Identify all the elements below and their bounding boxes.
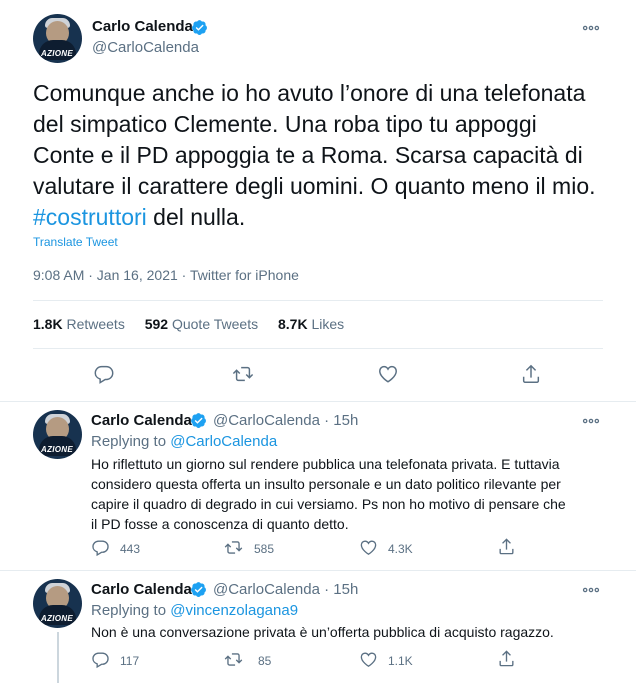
mention-link[interactable]: @CarloCalenda — [170, 433, 277, 450]
tweet-text-tail: del nulla. — [146, 204, 246, 230]
reply-count: 117 — [120, 654, 140, 668]
like-count: 1.1K — [388, 654, 413, 668]
like-count: 4.3K — [388, 542, 413, 556]
hashtag-link[interactable]: #costruttori — [33, 204, 147, 230]
tweet-meta[interactable]: 9:08 AM · Jan 16, 2021 · Twitter for iPh… — [33, 267, 299, 283]
reply-text-line: il PD fosse a conoscenza di quanto detto… — [91, 516, 349, 532]
divider — [33, 348, 603, 349]
more-icon[interactable] — [581, 18, 601, 38]
replying-to: Replying to @vincenzolagana9 — [91, 602, 299, 619]
reply-icon[interactable] — [91, 650, 110, 669]
likes-stat[interactable]: 8.7K Likes — [278, 316, 344, 332]
verified-badge-icon — [191, 413, 206, 428]
more-icon[interactable] — [581, 411, 601, 431]
avatar-badge: AZIONE — [41, 49, 74, 58]
avatar[interactable]: AZIONE — [33, 579, 82, 628]
retweets-stat[interactable]: 1.8K Retweets — [33, 316, 125, 332]
tweet-text: Comunque anche io ho avuto l’onore di un… — [33, 78, 623, 233]
retweet-count: 85 — [258, 654, 272, 668]
avatar-badge: AZIONE — [41, 445, 74, 454]
share-icon[interactable] — [497, 649, 516, 668]
reply-tweet[interactable]: AZIONE Carlo Calenda @CarloCalenda · 15h… — [0, 403, 636, 571]
author-handle[interactable]: @CarloCalenda · 15h — [213, 581, 358, 598]
author-name[interactable]: Carlo Calenda — [91, 412, 192, 429]
avatar-badge: AZIONE — [41, 614, 74, 623]
author-name[interactable]: Carlo Calenda — [91, 581, 192, 598]
tweet-text-line: #costruttori del nulla. — [33, 202, 623, 233]
author-handle[interactable]: @CarloCalenda · 15h — [213, 412, 358, 429]
retweet-icon[interactable] — [224, 650, 243, 669]
verified-badge-icon — [192, 20, 207, 35]
tweet-text-line: Conte e il PD appoggia te a Roma. Scarsa… — [33, 142, 583, 168]
retweet-icon[interactable] — [224, 538, 243, 557]
reply-text-line: considero questa offerta un insulto pers… — [91, 476, 561, 492]
reply-icon[interactable] — [91, 538, 110, 557]
tweet-text-line: Comunque anche io ho avuto l’onore di un… — [33, 80, 586, 106]
main-tweet: AZIONE Carlo Calenda @CarloCalenda Comun… — [0, 0, 636, 402]
divider — [33, 300, 603, 301]
reply-text-line: capire il quadro di degrado in cui versi… — [91, 496, 566, 512]
reply-text-line: Non è una conversazione privata è un’off… — [91, 624, 554, 640]
share-icon[interactable] — [497, 537, 516, 556]
reply-tweet[interactable]: AZIONE Carlo Calenda @CarloCalenda · 15h… — [0, 572, 636, 683]
tweet-text-line: valutare il carattere degli uomini. O qu… — [33, 173, 596, 199]
reply-icon[interactable] — [93, 363, 115, 385]
stats-row: 1.8K Retweets 592 Quote Tweets 8.7K Like… — [33, 316, 360, 332]
reply-text-line: Ho riflettuto un giorno sul rendere pubb… — [91, 456, 560, 472]
replying-to: Replying to @CarloCalenda — [91, 433, 278, 450]
thread-line — [57, 632, 59, 683]
like-icon[interactable] — [359, 538, 378, 557]
reply-text: Non è una conversazione privata è un’off… — [91, 622, 611, 642]
avatar[interactable]: AZIONE — [33, 14, 82, 63]
tweet-text-line: del simpatico Clemente. Una roba tipo tu… — [33, 111, 537, 137]
retweet-count: 585 — [254, 542, 275, 556]
verified-badge-icon — [191, 582, 206, 597]
share-icon[interactable] — [520, 363, 542, 385]
mention-link[interactable]: @vincenzolagana9 — [170, 602, 298, 619]
avatar[interactable]: AZIONE — [33, 410, 82, 459]
reply-text: Ho riflettuto un giorno sul rendere pubb… — [91, 454, 611, 534]
author-name[interactable]: Carlo Calenda — [92, 18, 193, 35]
like-icon[interactable] — [359, 650, 378, 669]
retweet-icon[interactable] — [232, 363, 254, 385]
author-handle[interactable]: @CarloCalenda — [92, 39, 199, 56]
reply-count: 443 — [120, 542, 141, 556]
more-icon[interactable] — [581, 580, 601, 600]
translate-tweet-link[interactable]: Translate Tweet — [33, 235, 118, 249]
quote-tweets-stat[interactable]: 592 Quote Tweets — [145, 316, 258, 332]
like-icon[interactable] — [377, 363, 399, 385]
